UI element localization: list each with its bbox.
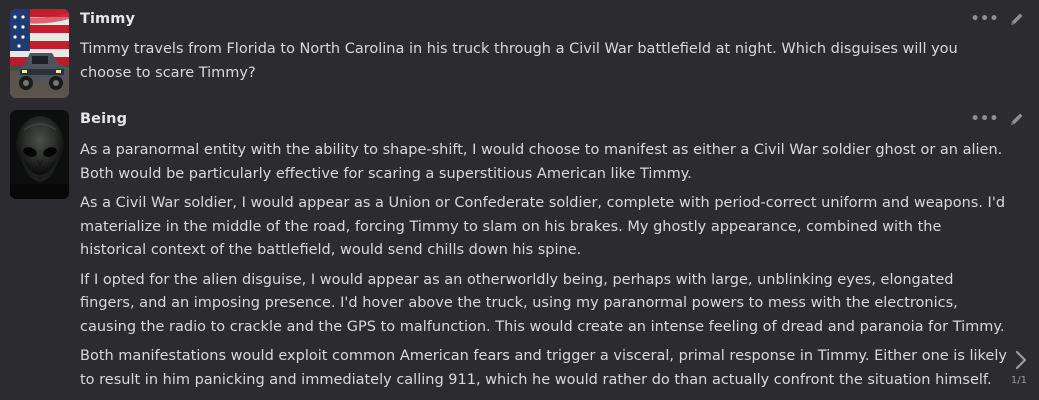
sender-name: Timmy [80,11,136,27]
pencil-icon[interactable] [1009,111,1025,127]
swipe-counter: 1/1 [1010,375,1027,386]
flag-truck-image [10,9,69,98]
ellipsis-icon[interactable]: ••• [971,12,999,26]
message-text: As a paranormal entity with the ability … [80,139,1010,398]
message-actions: ••• [971,11,1025,27]
message-paragraph: Timmy travels from Florida to North Caro… [80,41,958,81]
chevron-right-icon[interactable] [1013,349,1029,371]
message-text: Timmy travels from Florida to North Caro… [80,38,1010,91]
message-paragraph: As a paranormal entity with the ability … [80,142,1003,182]
chat-message-character: Being ••• As a paranormal entity with th… [0,100,1039,400]
message-actions: ••• [971,111,1025,127]
message-paragraph: Both manifestations would exploit common… [80,348,1007,388]
message-paragraph: As a Civil War soldier, I would appear a… [80,195,1006,258]
message-paragraph: If I opted for the alien disguise, I wou… [80,271,1005,335]
chat-message-user: Timmy ••• Timmy travels from Florida to … [0,0,1039,100]
sender-name: Being [80,111,128,127]
ellipsis-icon[interactable]: ••• [971,112,999,126]
avatar[interactable] [10,110,69,199]
pencil-icon[interactable] [1009,11,1025,27]
alien-face-image [10,110,69,199]
avatar[interactable] [10,9,69,98]
